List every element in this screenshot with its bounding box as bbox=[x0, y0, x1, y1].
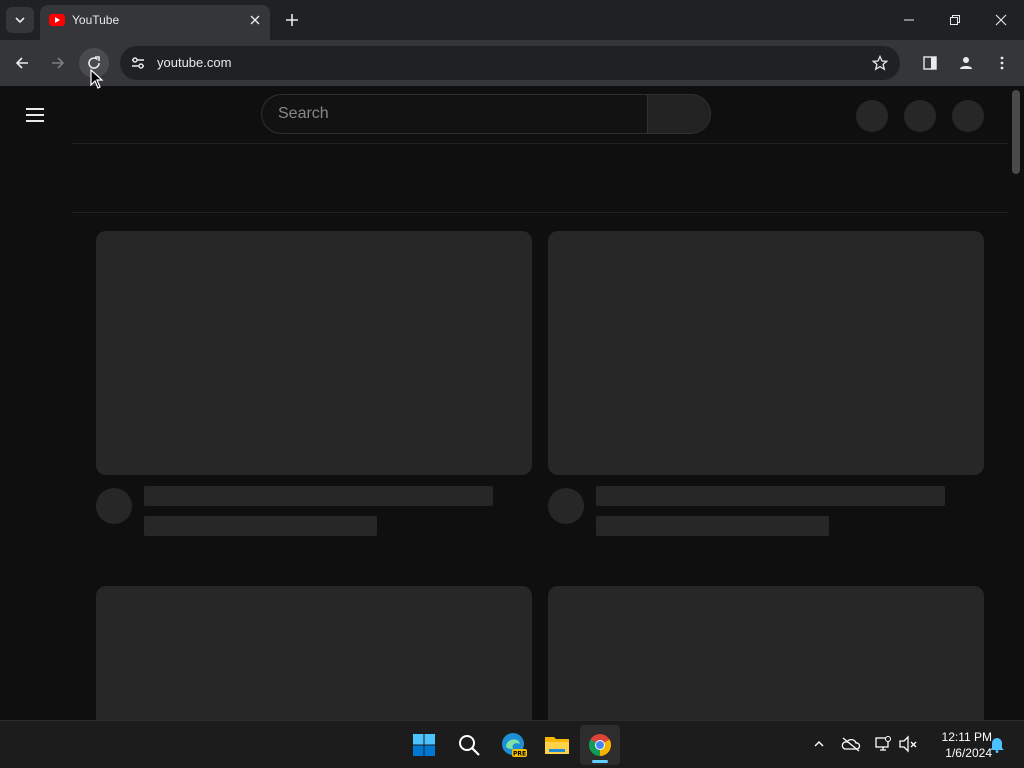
tab-title: YouTube bbox=[72, 13, 120, 27]
edge-preview-icon: PRE bbox=[502, 733, 527, 758]
video-thumbnail-placeholder bbox=[548, 586, 984, 720]
title-placeholder bbox=[596, 486, 945, 506]
bookmark-button[interactable] bbox=[870, 53, 890, 73]
volume-muted-icon bbox=[899, 735, 917, 753]
header-button-placeholder bbox=[856, 100, 888, 132]
clock-date: 1/6/2024 bbox=[945, 746, 992, 760]
chevron-down-icon bbox=[15, 17, 25, 24]
chrome-app[interactable] bbox=[580, 725, 620, 765]
chevron-up-icon bbox=[814, 741, 824, 747]
search-placeholder: Search bbox=[278, 105, 329, 122]
taskbar-search-button[interactable] bbox=[449, 725, 489, 765]
youtube-icon bbox=[49, 14, 65, 26]
tab-close-button[interactable] bbox=[246, 11, 264, 29]
youtube-page: Search bbox=[0, 86, 1024, 720]
address-url[interactable]: youtube.com bbox=[157, 55, 231, 70]
star-icon bbox=[872, 55, 888, 71]
volume-tray-button[interactable] bbox=[897, 733, 919, 755]
profile-button[interactable] bbox=[952, 49, 980, 77]
metadata-placeholder bbox=[596, 516, 829, 536]
arrow-left-icon bbox=[15, 57, 28, 69]
search-icon bbox=[459, 735, 480, 756]
cloud-off-icon bbox=[841, 737, 861, 752]
restore-button[interactable] bbox=[932, 0, 978, 40]
address-bar[interactable]: youtube.com bbox=[120, 46, 900, 80]
close-icon bbox=[995, 14, 1007, 26]
channel-avatar-placeholder bbox=[96, 488, 132, 524]
new-tab-button[interactable] bbox=[280, 8, 304, 32]
metadata-placeholder bbox=[144, 516, 377, 536]
tab-search-button[interactable] bbox=[6, 7, 34, 33]
divider bbox=[72, 143, 1008, 144]
browser-toolbar: youtube.com bbox=[0, 40, 1024, 86]
show-hidden-icons-button[interactable] bbox=[808, 733, 830, 755]
site-info-button[interactable] bbox=[128, 53, 148, 73]
plus-icon bbox=[286, 14, 298, 26]
bell-icon bbox=[990, 738, 1004, 753]
file-explorer-app[interactable] bbox=[537, 725, 577, 765]
minimize-icon bbox=[904, 19, 914, 21]
search-input[interactable]: Search bbox=[261, 94, 647, 134]
person-icon bbox=[960, 57, 972, 69]
divider bbox=[72, 212, 1008, 213]
channel-avatar-placeholder bbox=[548, 488, 584, 524]
chrome-icon bbox=[589, 734, 611, 756]
menu-line bbox=[26, 120, 44, 122]
minimize-button[interactable] bbox=[886, 0, 932, 40]
network-tray-button[interactable] bbox=[872, 733, 894, 755]
header-button-placeholder bbox=[904, 100, 936, 132]
notifications-button[interactable] bbox=[986, 733, 1008, 755]
guide-menu-button[interactable] bbox=[24, 106, 48, 124]
video-thumbnail-placeholder bbox=[96, 231, 532, 475]
taskbar-clock[interactable]: 12:11 PM 1/6/2024 bbox=[920, 729, 992, 761]
file-explorer-icon bbox=[545, 737, 569, 754]
restore-icon bbox=[950, 15, 960, 25]
close-icon bbox=[250, 15, 260, 25]
header-button-placeholder bbox=[952, 100, 984, 132]
title-placeholder bbox=[144, 486, 493, 506]
menu-line bbox=[26, 114, 44, 116]
side-panel-icon bbox=[923, 56, 937, 70]
forward-button[interactable] bbox=[43, 48, 73, 78]
tune-icon bbox=[132, 57, 144, 69]
side-panel-button[interactable] bbox=[916, 49, 944, 77]
tab-strip: YouTube bbox=[0, 0, 1024, 40]
network-disconnected-icon bbox=[875, 736, 891, 751]
taskbar: PRE 12:11 PM 1/6/2024 bbox=[0, 720, 1024, 768]
close-window-button[interactable] bbox=[978, 0, 1024, 40]
search-button[interactable] bbox=[647, 94, 711, 134]
video-thumbnail-placeholder bbox=[96, 586, 532, 720]
arrow-right-icon bbox=[52, 57, 65, 69]
windows-start-icon bbox=[413, 734, 435, 756]
onedrive-tray-button[interactable] bbox=[840, 733, 862, 755]
browser-menu-button[interactable] bbox=[988, 49, 1016, 77]
kebab-icon bbox=[1000, 56, 1004, 70]
clock-time: 12:11 PM bbox=[941, 730, 992, 744]
edge-preview-badge: PRE bbox=[513, 751, 526, 758]
mouse-cursor-icon bbox=[90, 69, 104, 89]
menu-line bbox=[26, 108, 44, 110]
back-button[interactable] bbox=[7, 48, 37, 78]
start-button[interactable] bbox=[404, 725, 444, 765]
edge-preview-app[interactable]: PRE bbox=[494, 725, 534, 765]
page-scrollbar[interactable] bbox=[1012, 90, 1020, 174]
video-thumbnail-placeholder bbox=[548, 231, 984, 475]
tab-youtube[interactable]: YouTube bbox=[40, 5, 270, 40]
